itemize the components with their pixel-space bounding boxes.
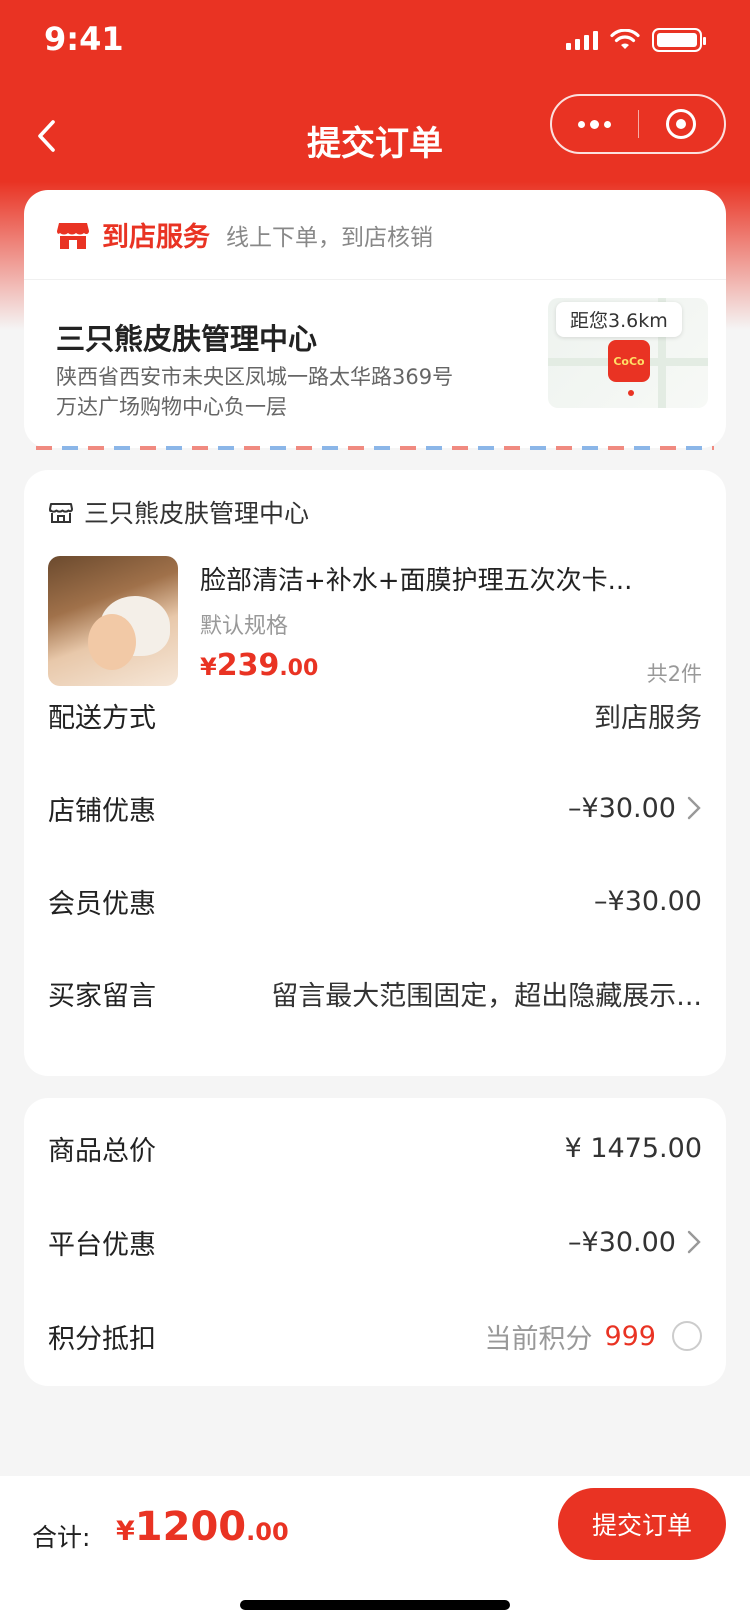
status-time: 9:41 bbox=[44, 20, 124, 58]
points-row: 积分抵扣 当前积分 999 bbox=[48, 1316, 702, 1356]
airmail-border bbox=[36, 446, 714, 450]
store-discount-label: 店铺优惠 bbox=[48, 795, 156, 827]
current-points-value: 999 bbox=[604, 1320, 656, 1352]
sum-price-symbol: ¥ bbox=[116, 1516, 135, 1547]
member-discount-value: –¥30.00 bbox=[594, 885, 702, 917]
product-image[interactable] bbox=[48, 556, 178, 686]
store-map[interactable]: 距您3.6km CoCo bbox=[548, 298, 708, 408]
product-price-symbol: ¥ bbox=[200, 653, 217, 681]
current-points-label: 当前积分 bbox=[484, 1323, 593, 1355]
store-address-line2: 万达广场购物中心负一层 bbox=[56, 395, 287, 419]
goods-total-label: 商品总价 bbox=[48, 1135, 156, 1167]
delivery-method-row: 配送方式 到店服务 bbox=[48, 695, 702, 735]
platform-discount-label: 平台优惠 bbox=[48, 1229, 156, 1261]
buyer-message-label: 买家留言 bbox=[48, 980, 156, 1012]
sum-price: ¥1200.00 bbox=[116, 1504, 289, 1550]
home-indicator bbox=[240, 1600, 510, 1610]
nav-bar: 提交订单 bbox=[0, 88, 750, 184]
points-label: 积分抵扣 bbox=[48, 1323, 156, 1355]
member-discount-label: 会员优惠 bbox=[48, 888, 156, 920]
store-discount-value-wrap: –¥30.00 bbox=[568, 793, 702, 824]
store-card: 到店服务 线上下单，到店核销 三只熊皮肤管理中心 陕西省西安市未央区凤城一路太华… bbox=[24, 190, 726, 448]
goods-total-value: ¥ 1475.00 bbox=[564, 1132, 702, 1164]
product-title[interactable]: 脸部清洁+补水+面膜护理五次次卡... bbox=[200, 560, 632, 597]
close-mini-program-button[interactable] bbox=[639, 96, 725, 152]
platform-discount-value-wrap: –¥30.00 bbox=[568, 1227, 702, 1258]
product-price-int: 239 bbox=[216, 648, 280, 683]
delivery-tab-title: 到店服务 bbox=[102, 222, 210, 253]
product-price: ¥239.00 bbox=[200, 648, 318, 683]
status-bar: 9:41 bbox=[0, 0, 750, 88]
buyer-message-row[interactable]: 买家留言 留言最大范围固定，超出隐藏展示... bbox=[48, 973, 702, 1013]
order-shop-header: 三只熊皮肤管理中心 bbox=[48, 494, 309, 530]
sum-label: 合计: bbox=[32, 1523, 91, 1552]
buyer-message-input[interactable]: 留言最大范围固定，超出隐藏展示... bbox=[254, 974, 702, 1013]
mini-program-capsule bbox=[550, 94, 726, 154]
status-icons bbox=[566, 28, 706, 52]
chevron-right-icon bbox=[687, 796, 701, 820]
points-value-wrap: 当前积分 999 bbox=[484, 1317, 702, 1356]
more-button[interactable] bbox=[552, 96, 638, 152]
store-icon bbox=[49, 503, 73, 523]
product-quantity: 共2件 bbox=[646, 662, 702, 686]
submit-order-button[interactable]: 提交订单 bbox=[558, 1488, 726, 1560]
store-address-line1: 陕西省西安市未央区凤城一路太华路369号 bbox=[56, 365, 454, 389]
order-shop-name: 三只熊皮肤管理中心 bbox=[84, 499, 310, 528]
location-dot-icon bbox=[628, 390, 634, 396]
product-spec: 默认规格 bbox=[200, 614, 289, 639]
shop-icon bbox=[57, 222, 89, 249]
order-card: 三只熊皮肤管理中心 脸部清洁+补水+面膜护理五次次卡... 默认规格 ¥239.… bbox=[24, 470, 726, 1076]
platform-discount-row[interactable]: 平台优惠 –¥30.00 bbox=[48, 1222, 702, 1262]
product-price-dec: .00 bbox=[279, 656, 319, 681]
more-dots-icon bbox=[578, 119, 612, 129]
chevron-right-icon bbox=[687, 1230, 701, 1254]
delivery-tab[interactable]: 到店服务 线上下单，到店核销 bbox=[24, 190, 726, 280]
wifi-icon bbox=[610, 29, 640, 49]
store-address: 陕西省西安市未央区凤城一路太华路369号 万达广场购物中心负一层 bbox=[56, 362, 476, 422]
member-discount-row: 会员优惠 –¥30.00 bbox=[48, 881, 702, 921]
store-logo-pin-icon: CoCo bbox=[608, 340, 650, 382]
signal-icon bbox=[566, 30, 598, 50]
bottom-bar: 合计: ¥1200.00 提交订单 bbox=[0, 1476, 750, 1624]
battery-icon bbox=[652, 28, 706, 52]
store-discount-row[interactable]: 店铺优惠 –¥30.00 bbox=[48, 788, 702, 828]
delivery-method-value: 到店服务 bbox=[594, 702, 702, 734]
totals-card: 商品总价 ¥ 1475.00 平台优惠 –¥30.00 积分抵扣 当前积分 99… bbox=[24, 1098, 726, 1386]
goods-total-row: 商品总价 ¥ 1475.00 bbox=[48, 1128, 702, 1168]
delivery-tab-subtitle: 线上下单，到店核销 bbox=[226, 224, 433, 251]
target-icon bbox=[666, 109, 697, 139]
sum-price-dec: .00 bbox=[246, 1518, 289, 1546]
store-discount-value: –¥30.00 bbox=[568, 792, 676, 824]
points-toggle-radio[interactable] bbox=[672, 1321, 702, 1351]
sum-price-int: 1200 bbox=[134, 1504, 247, 1550]
distance-label: 距您3.6km bbox=[556, 302, 682, 337]
platform-discount-value: –¥30.00 bbox=[568, 1226, 676, 1258]
delivery-method-label: 配送方式 bbox=[48, 702, 156, 734]
store-name: 三只熊皮肤管理中心 bbox=[56, 322, 318, 356]
